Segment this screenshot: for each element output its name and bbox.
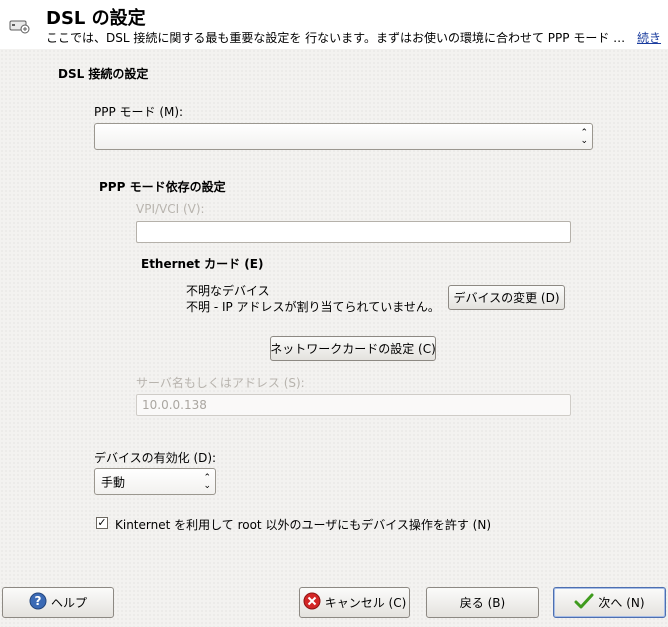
ppp-mode-label: PPP モード (M): (94, 105, 184, 119)
back-button[interactable]: 戻る (B) (426, 587, 539, 618)
next-button[interactable]: 次へ (N) (553, 587, 666, 618)
help-button[interactable]: ? ヘルプ (2, 587, 114, 618)
cancel-icon (303, 592, 321, 613)
server-input[interactable]: 10.0.0.138 (136, 394, 571, 416)
checkmark-icon (574, 592, 594, 613)
updown-arrow-icon: ⌃ ⌄ (580, 127, 588, 146)
activation-value: 手動 (101, 475, 126, 489)
cancel-button[interactable]: キャンセル (C) (299, 587, 410, 618)
unknown-device-text: 不明なデバイス (186, 284, 270, 298)
nic-settings-label: ネットワークカードの設定 (C) (270, 342, 436, 356)
next-label: 次へ (N) (598, 596, 645, 610)
nic-settings-button[interactable]: ネットワークカードの設定 (C) (270, 336, 436, 361)
change-device-label: デバイスの変更 (D) (453, 291, 560, 305)
back-label: 戻る (B) (459, 596, 506, 610)
ppp-mode-combo[interactable]: ⌃ ⌄ (94, 123, 593, 150)
kinternet-checkbox[interactable]: ✓ (96, 517, 108, 529)
server-label: サーバ名もしくはアドレス (S): (136, 376, 305, 390)
more-link[interactable]: 続き (637, 29, 661, 46)
activation-combo[interactable]: 手動 ⌃ ⌄ (94, 468, 216, 495)
unknown-ip-text: 不明 - IP アドレスが割り当てられていません。 (186, 300, 440, 314)
ethernet-card-title: Ethernet カード (E) (141, 257, 264, 271)
change-device-button[interactable]: デバイスの変更 (D) (448, 285, 565, 310)
server-value: 10.0.0.138 (142, 398, 207, 412)
help-icon: ? (29, 592, 47, 613)
page-title: DSL の設定 (46, 8, 146, 29)
vpi-vci-label: VPI/VCI (V): (136, 202, 205, 216)
content-area: DSL 接続の設定 PPP モード (M): ⌃ ⌄ PPP モード依存の設定 V… (0, 49, 668, 627)
help-label: ヘルプ (50, 596, 87, 610)
updown-arrow-icon: ⌃ ⌄ (203, 472, 211, 491)
activation-label: デバイスの有効化 (D): (94, 451, 217, 465)
ppp-dependent-title: PPP モード依存の設定 (99, 180, 226, 194)
dsl-settings-window: DSL の設定 ここでは、DSL 接続に関する最も重要な設定を 行ないます。まず… (0, 0, 668, 627)
page-description: ここでは、DSL 接続に関する最も重要な設定を 行ないます。まずはお使いの環境に… (46, 31, 626, 45)
cancel-label: キャンセル (C) (324, 596, 407, 610)
header: DSL の設定 ここでは、DSL 接続に関する最も重要な設定を 行ないます。まず… (0, 0, 668, 48)
dsl-section-title: DSL 接続の設定 (58, 67, 149, 81)
svg-text:?: ? (35, 594, 42, 608)
vpi-vci-input[interactable] (136, 221, 571, 243)
kinternet-label[interactable]: Kinternet を利用して root 以外のユーザにもデバイス操作を許す (… (115, 516, 491, 533)
network-device-icon (8, 12, 32, 36)
